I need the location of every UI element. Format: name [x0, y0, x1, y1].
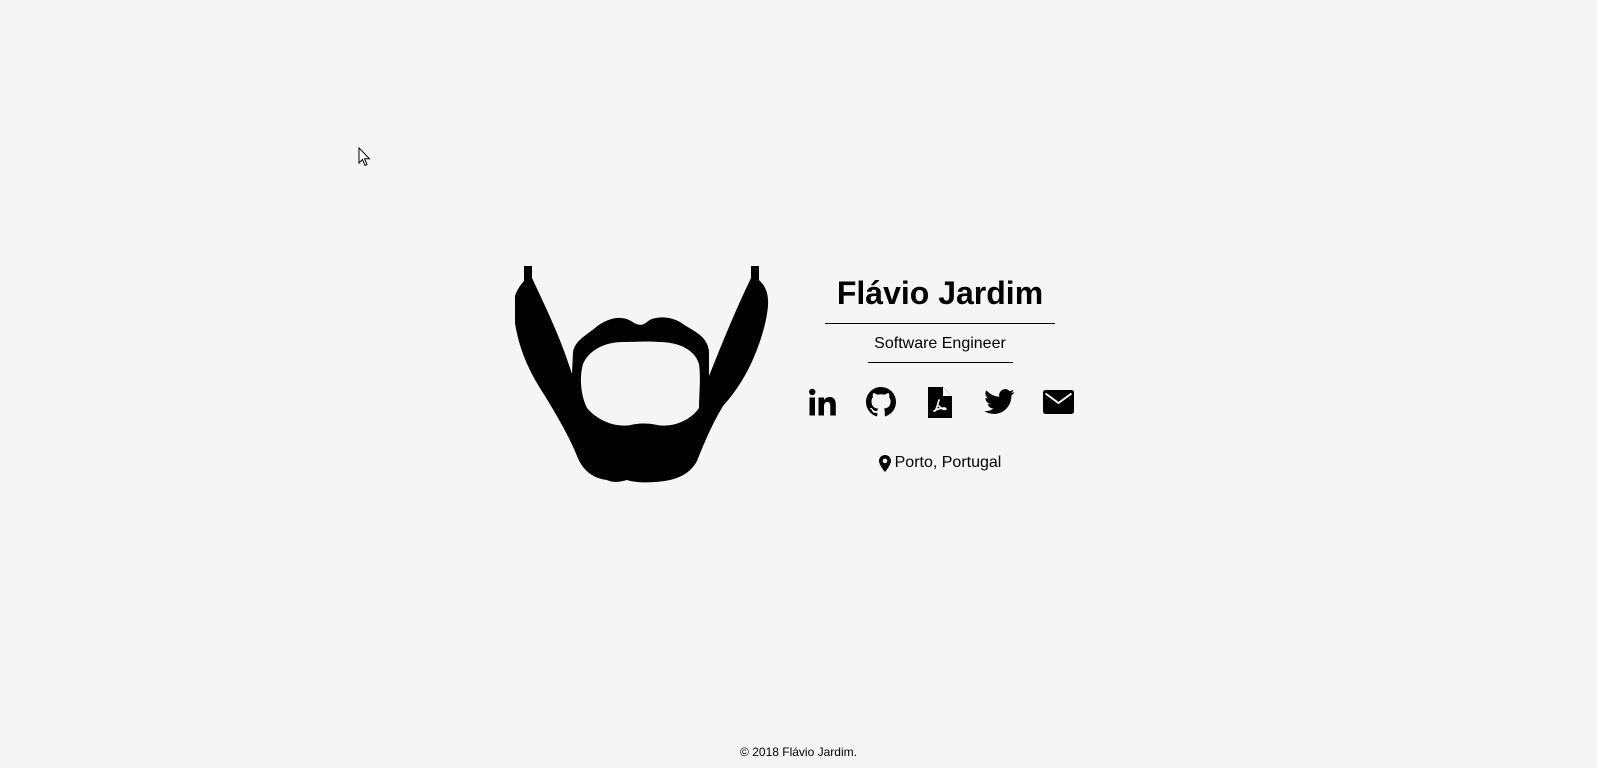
resume-pdf-link[interactable] — [925, 385, 956, 419]
github-icon — [866, 387, 896, 417]
footer: © 2018 Flávio Jardim. — [0, 744, 1597, 760]
mouse-cursor — [358, 147, 371, 167]
profile-role: Software Engineer — [874, 335, 1006, 352]
email-link[interactable] — [1042, 385, 1074, 419]
linkedin-icon — [808, 388, 836, 415]
profile-info: Flávio Jardim Software Engineer Porto, P… — [795, 266, 1085, 473]
hero: Flávio Jardim Software Engineer Porto, P… — [515, 266, 1085, 486]
profile-name: Flávio Jardim — [836, 275, 1044, 311]
social-links — [795, 385, 1085, 419]
github-link[interactable] — [866, 385, 897, 419]
copyright-symbol: © — [740, 745, 749, 759]
twitter-link[interactable] — [983, 385, 1015, 419]
pdf-file-icon — [928, 386, 952, 418]
role-divider — [867, 362, 1013, 363]
name-divider — [825, 323, 1055, 324]
page: Flávio Jardim Software Engineer Porto, P… — [0, 0, 1597, 768]
beard-logo — [515, 266, 769, 483]
envelope-icon — [1042, 390, 1074, 414]
twitter-icon — [983, 389, 1014, 414]
location-text: Porto, Portugal — [894, 454, 1002, 471]
location: Porto, Portugal — [795, 453, 1085, 473]
footer-text: 2018 Flávio Jardim. — [752, 745, 857, 759]
linkedin-link[interactable] — [807, 385, 838, 419]
map-marker-icon — [878, 454, 891, 472]
